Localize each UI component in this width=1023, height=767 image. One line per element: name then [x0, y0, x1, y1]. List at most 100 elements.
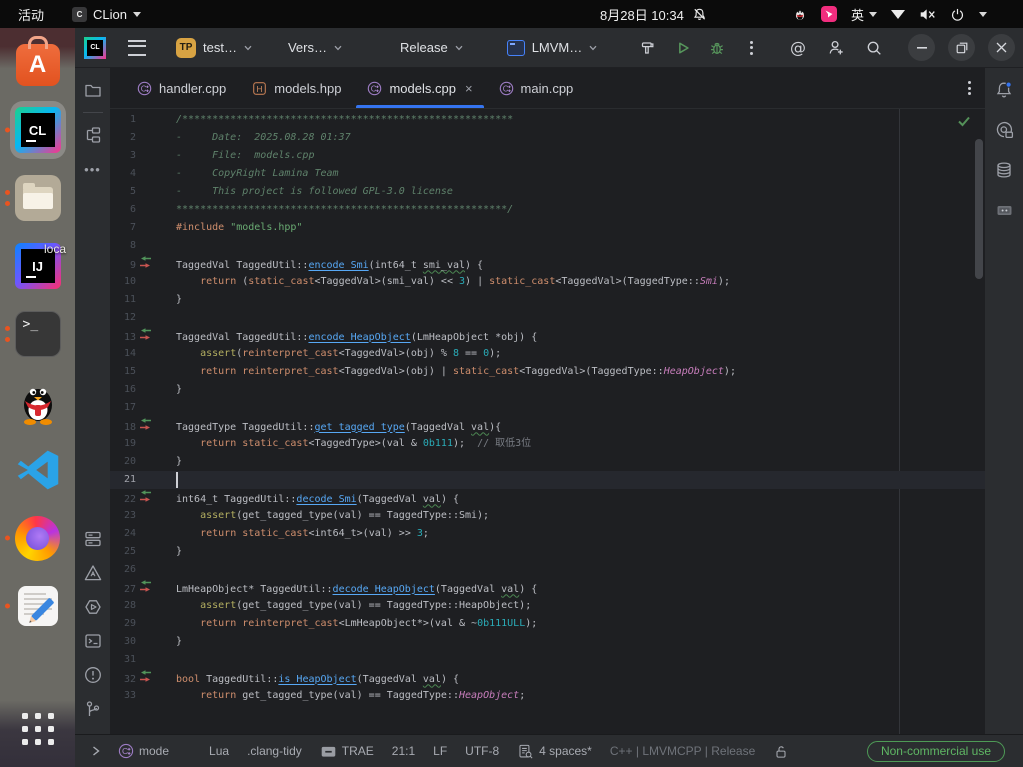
run-button[interactable]	[669, 34, 697, 62]
code-line[interactable]: 17	[110, 399, 985, 417]
code-line[interactable]: 9 TaggedVal TaggedUtil::encode_Smi(int64_…	[110, 255, 985, 273]
code-line[interactable]: 29 return reinterpret_cast<LmHeapObject*…	[110, 615, 985, 633]
code-line[interactable]: 6 ***************************************…	[110, 201, 985, 219]
code-line[interactable]: 30}	[110, 633, 985, 651]
goto-related-gutter-icon[interactable]	[139, 669, 157, 688]
lua-widget[interactable]: Lua	[200, 735, 238, 767]
line-number[interactable]: 14	[110, 345, 136, 363]
line-number[interactable]: 32	[110, 671, 136, 689]
line-number[interactable]: 18	[110, 419, 136, 437]
close-button[interactable]	[988, 34, 1015, 61]
tab-models.cpp[interactable]: Cmodels.cpp ×	[354, 68, 485, 108]
code-line[interactable]: 24 return static_cast<int64_t>(val) >> 3…	[110, 525, 985, 543]
dock-files[interactable]	[0, 164, 75, 232]
project-tool-button[interactable]	[76, 73, 110, 107]
chevron-down-icon[interactable]	[979, 11, 987, 17]
inspections-ok-check-icon[interactable]	[957, 115, 971, 127]
code-line[interactable]: 7 #include "models.hpp"	[110, 219, 985, 237]
search-everywhere-button[interactable]	[860, 34, 888, 62]
more-tool-windows-button[interactable]: •••	[76, 152, 110, 186]
line-number[interactable]: 21	[110, 471, 136, 489]
project-widget[interactable]: TP test…	[170, 34, 258, 62]
line-number[interactable]: 15	[110, 363, 136, 381]
tab-options-button[interactable]	[968, 81, 971, 95]
inspections-tool-button[interactable]	[76, 658, 110, 692]
activities-button[interactable]: 活动	[14, 5, 48, 24]
mode-widget[interactable]: C mode	[109, 735, 178, 767]
code-line[interactable]: 31	[110, 651, 985, 669]
line-number[interactable]: 13	[110, 329, 136, 347]
code-line[interactable]: 5 - This project is followed GPL-3.0 lice…	[110, 183, 985, 201]
editor-scrollbar[interactable]	[975, 139, 983, 279]
code-line[interactable]: 16}	[110, 381, 985, 399]
tab-main.cpp[interactable]: Cmain.cpp	[486, 68, 587, 108]
code-line[interactable]: 10 return (static_cast<TaggedVal>(smi_va…	[110, 273, 985, 291]
line-number[interactable]: 24	[110, 525, 136, 543]
line-number[interactable]: 22	[110, 491, 136, 509]
code-with-me-button[interactable]	[822, 34, 850, 62]
structure-tool-button[interactable]	[76, 118, 110, 152]
dock-text-editor[interactable]	[0, 572, 75, 640]
tab-models.hpp[interactable]: Hmodels.hpp	[239, 68, 354, 108]
ai-assistant-button[interactable]: @	[784, 34, 812, 62]
code-line[interactable]: 21	[110, 471, 985, 489]
goto-related-gutter-icon[interactable]	[139, 255, 157, 274]
app-menu[interactable]: C CLion	[72, 6, 141, 22]
run-config-selector[interactable]: LMVM…	[501, 36, 604, 60]
code-line[interactable]: 12	[110, 309, 985, 327]
code-line[interactable]: 1 /**************************************…	[110, 111, 985, 129]
line-number[interactable]: 11	[110, 291, 136, 309]
code-line[interactable]: 25}	[110, 543, 985, 561]
line-number[interactable]: 9	[110, 257, 136, 275]
dock-ubuntu-software[interactable]: A	[0, 28, 75, 96]
line-number[interactable]: 19	[110, 435, 136, 453]
assistant-chat-tool-button[interactable]	[987, 113, 1021, 147]
line-number[interactable]: 6	[110, 201, 136, 219]
dock-vscode[interactable]	[0, 436, 75, 504]
write-access-widget[interactable]	[764, 735, 798, 767]
goto-related-gutter-icon[interactable]	[139, 327, 157, 346]
code-line[interactable]: 15 return reinterpret_cast<TaggedVal>(ob…	[110, 363, 985, 381]
tab-handler.cpp[interactable]: Chandler.cpp	[124, 68, 239, 108]
goto-related-gutter-icon[interactable]	[139, 489, 157, 508]
debug-button[interactable]	[703, 34, 731, 62]
input-method-indicator[interactable]: 英	[851, 5, 877, 24]
code-line[interactable]: 23 assert(get_tagged_type(val) == Tagged…	[110, 507, 985, 525]
line-number[interactable]: 16	[110, 381, 136, 399]
dock-firefox[interactable]	[0, 504, 75, 572]
version-control-tool-button[interactable]	[76, 692, 110, 726]
code-line[interactable]: 33 return get_tagged_type(val) == Tagged…	[110, 687, 985, 705]
volume-muted-icon[interactable]	[919, 7, 936, 22]
indent-widget[interactable]: 4 spaces*	[508, 735, 601, 767]
more-actions-button[interactable]	[737, 34, 765, 62]
problems-tool-button[interactable]	[76, 556, 110, 590]
code-line[interactable]: 28 assert(get_tagged_type(val) == Tagged…	[110, 597, 985, 615]
main-menu-icon[interactable]	[128, 39, 146, 56]
line-number[interactable]: 4	[110, 165, 136, 183]
pink-app-tray-icon[interactable]	[820, 6, 837, 22]
terminal-tool-button[interactable]	[76, 624, 110, 658]
license-badge[interactable]: Non-commercial use	[866, 740, 1005, 762]
dock-qq[interactable]	[0, 368, 75, 436]
line-number[interactable]: 26	[110, 561, 136, 579]
line-number[interactable]: 7	[110, 219, 136, 237]
maximize-button[interactable]	[948, 34, 975, 61]
goto-related-gutter-icon[interactable]	[139, 579, 157, 598]
code-line[interactable]: 11}	[110, 291, 985, 309]
minimize-button[interactable]	[908, 34, 935, 61]
goto-related-gutter-icon[interactable]	[139, 417, 157, 436]
cmake-tool-button[interactable]	[76, 522, 110, 556]
encoding-widget[interactable]: UTF-8	[456, 735, 508, 767]
line-number[interactable]: 12	[110, 309, 136, 327]
code-line[interactable]: 27 LmHeapObject* TaggedUtil::decode_HeapO…	[110, 579, 985, 597]
code-line[interactable]: 32 bool TaggedUtil::is_HeapObject(TaggedV…	[110, 669, 985, 687]
code-line[interactable]: 18 TaggedType TaggedUtil::get_tagged_type…	[110, 417, 985, 435]
line-number[interactable]: 10	[110, 273, 136, 291]
services-tool-button[interactable]	[76, 590, 110, 624]
line-number[interactable]: 5	[110, 183, 136, 201]
line-separator-widget[interactable]: LF	[424, 735, 456, 767]
caret-position-widget[interactable]: 21:1	[383, 735, 424, 767]
line-number[interactable]: 3	[110, 147, 136, 165]
close-tab-icon[interactable]: ×	[465, 81, 473, 96]
code-line[interactable]: 4 - CopyRight Lamina Team	[110, 165, 985, 183]
